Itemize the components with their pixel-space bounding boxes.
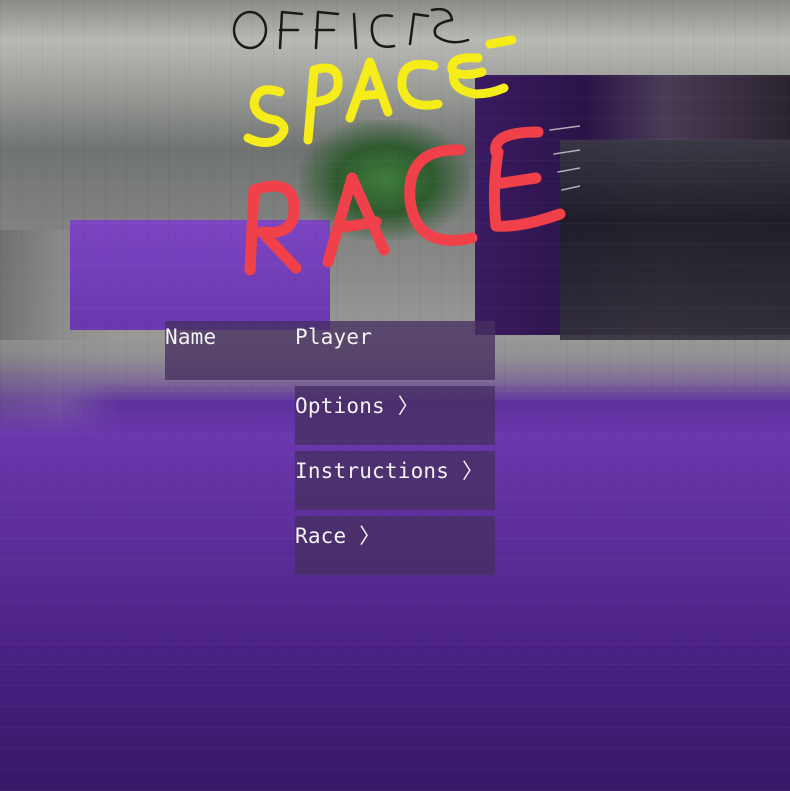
instructions-button-label: Instructions 〉 — [295, 459, 484, 483]
name-label: Name — [165, 325, 217, 349]
race-button-label: Race 〉 — [295, 524, 381, 548]
title-space-scribble — [243, 35, 517, 148]
options-button-label: Options 〉 — [295, 394, 419, 418]
name-row[interactable]: Name Player — [165, 321, 495, 380]
game-screen: Name Player Options 〉 Instructions 〉 Rac… — [0, 0, 790, 791]
instructions-button[interactable]: Instructions 〉 — [295, 451, 495, 510]
player-name-field[interactable]: Player — [295, 325, 372, 349]
race-button[interactable]: Race 〉 — [295, 516, 495, 575]
options-button[interactable]: Options 〉 — [295, 386, 495, 445]
title-office-scribble — [232, 7, 470, 50]
game-title-logo — [232, 7, 580, 276]
title-race-scribble — [244, 126, 566, 276]
